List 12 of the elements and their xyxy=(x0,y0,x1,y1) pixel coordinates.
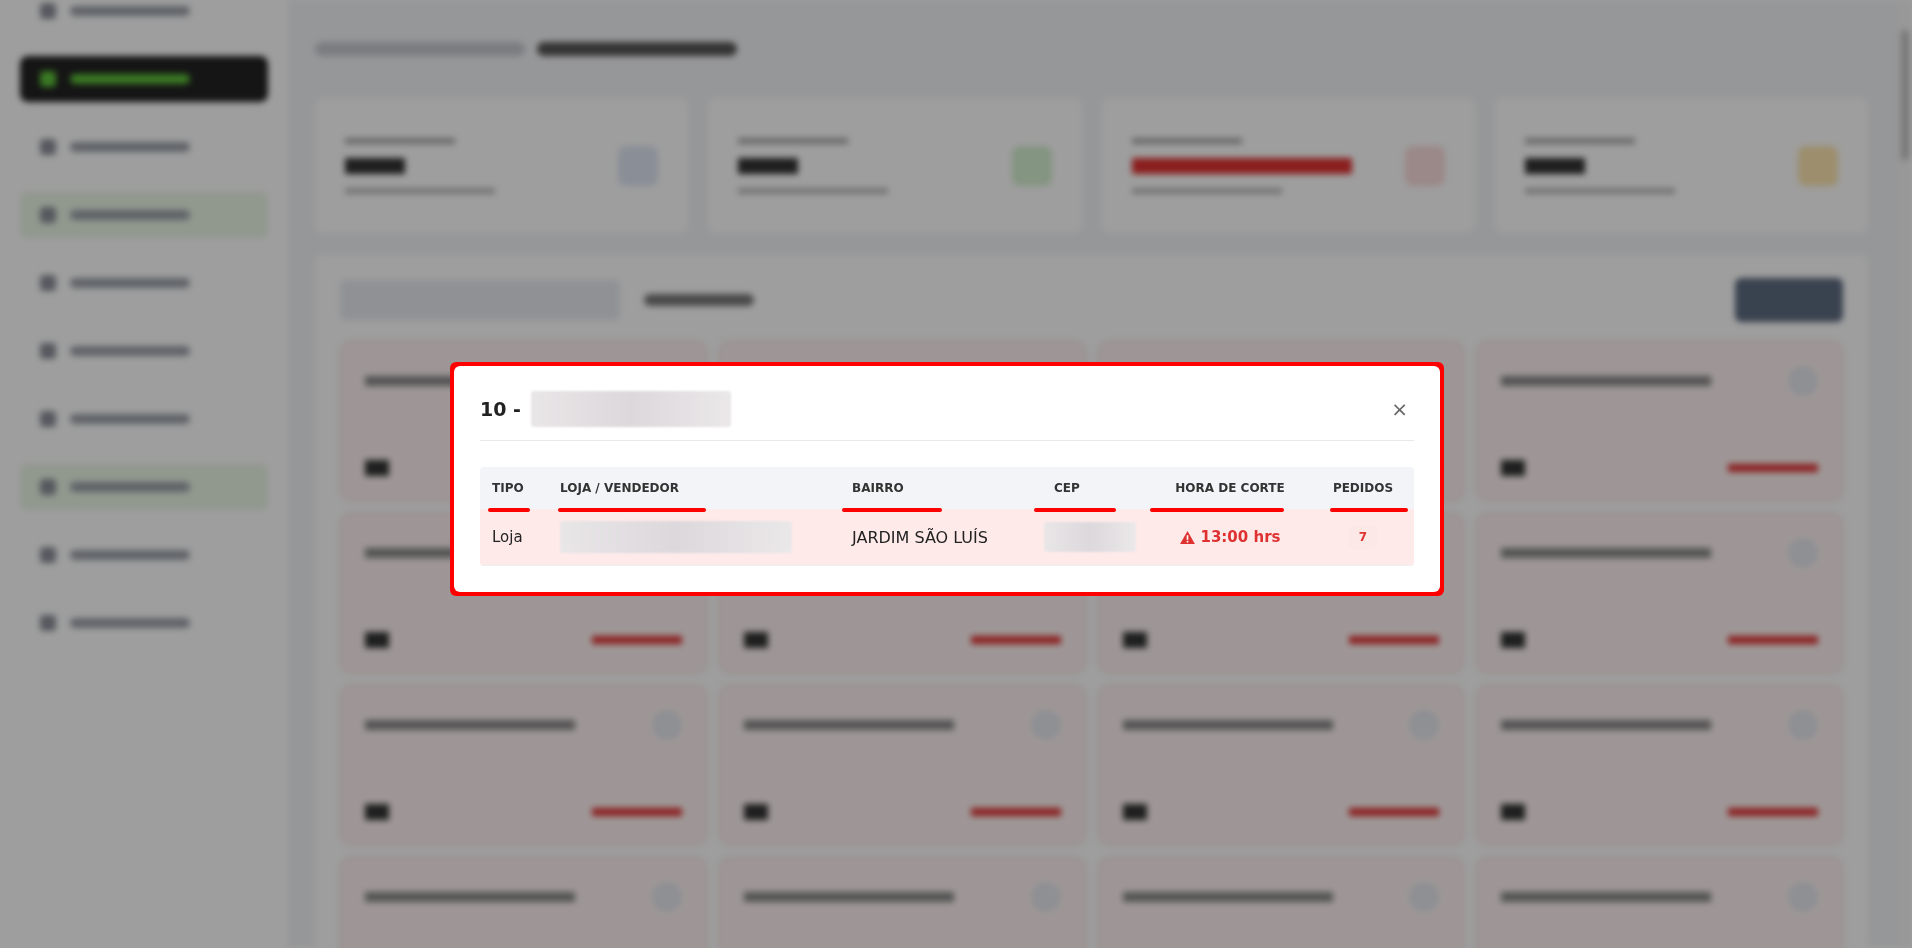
table-row[interactable]: Loja JARDIM SÃO LUÍS 13:00 hrs 7 xyxy=(480,509,1414,566)
close-button[interactable]: × xyxy=(1385,397,1414,421)
table-cell: JARDIM SÃO LUÍS xyxy=(852,527,988,547)
column-header: HORA DE CORTE xyxy=(1175,481,1285,495)
column-header: LOJA / VENDEDOR xyxy=(560,481,679,495)
table-cell: Loja xyxy=(492,528,523,546)
cutoff-time: 13:00 hrs xyxy=(1200,528,1281,546)
modal-title: 10 - xyxy=(480,398,521,420)
column-header: PEDIDOS xyxy=(1332,481,1394,495)
column-header: TIPO xyxy=(492,481,524,495)
column-header: CEP xyxy=(1054,481,1080,495)
column-header: BAIRRO xyxy=(852,481,904,495)
